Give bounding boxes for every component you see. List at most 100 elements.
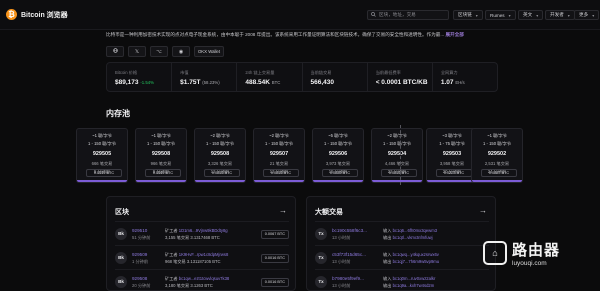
block-fill-bar — [136, 180, 186, 182]
chevron-down-icon: ▾ — [508, 12, 511, 18]
chevron-down-icon: ▾ — [592, 12, 595, 18]
block-height-link[interactable]: 929509 — [132, 252, 147, 257]
block-fill-bar — [372, 180, 422, 182]
x-button[interactable]: 𝕏 — [128, 46, 146, 57]
block-fee-badge: 0.0223 BTC — [436, 169, 472, 177]
mempool-block[interactable]: ~1 聪/字节 1 - 150 聪/字节 929505 666 笔交易 5 分钟… — [76, 128, 128, 183]
bitcoin-logo-icon: ₿ — [6, 9, 17, 20]
mempool-blocks: ~1 聪/字节 1 - 150 聪/字节 929505 666 笔交易 5 分钟… — [76, 128, 523, 183]
search-icon — [371, 12, 376, 18]
tx-panel-title: 大额交易 — [315, 209, 343, 216]
tx-row[interactable]: Tx c53f73f15d65c... 13 小时前 输入 bc1qwq...y… — [315, 245, 489, 270]
social-links: 𝕏 ⌥ ◉ OKX Wallet — [106, 46, 224, 57]
tx-hash-link[interactable]: bc190c558f6c3... — [332, 228, 367, 233]
fee-badge: 0.0067 BTC — [260, 230, 289, 239]
block-fee-badge: 0.0087 BTC — [481, 169, 517, 177]
input-address-link[interactable]: bc1q6...6fh0mx3qewm3 — [393, 228, 437, 233]
large-transactions-panel: 大额交易 → Tx bc190c558f6c3... 13 小时前 输入 bc1… — [306, 196, 496, 291]
mempool-block[interactable]: ~2 聪/字节 1 - 150 聪/字节 929507 21 笔交易 12 分钟… — [253, 128, 305, 183]
block-height-link[interactable]: 929508 — [132, 276, 147, 281]
miner-link[interactable]: 1K9HvF...rpw1c8dpMjrws8 — [179, 252, 229, 257]
stat-min-fee: 当前最低费率 < 0.0001 BTC/KB — [368, 63, 433, 91]
github-button[interactable]: ⌥ — [150, 46, 168, 57]
block-fill-bar — [77, 180, 127, 182]
block-icon: Bk — [115, 228, 127, 240]
output-address-link[interactable]: bc1q9a...kxh7w4sd2m — [393, 283, 435, 288]
bitcoin-description: 比特币是一种利用加密技术实现的点对点电子现金系统，由中本聪于 2008 年提出。… — [106, 32, 464, 37]
stat-transactions: 当前链交易 566,430 — [303, 63, 368, 91]
router-logo-icon: ⌂ — [483, 241, 507, 265]
price-change: -1.54% — [140, 80, 154, 85]
stat-price: Bitcoin 价格 $89,173 -1.54% — [107, 63, 173, 91]
search-input[interactable]: 区块，地址，交易 — [367, 10, 449, 20]
block-fill-bar — [195, 180, 245, 182]
blocks-panel-title: 区块 — [115, 209, 129, 216]
logo[interactable]: ₿ Bitcoin 浏览器 — [6, 9, 68, 20]
block-fill-bar — [313, 180, 363, 182]
block-icon: Bk — [115, 276, 127, 288]
dropdown-more[interactable]: 更多 ▾ — [574, 10, 600, 20]
stat-volume: 24h 链上交易量 488.54K BTC — [237, 63, 303, 91]
tx-row[interactable]: Tx b7980e5f9ef9... 13 小时前 输入 bc1q0m...ru… — [315, 269, 489, 290]
block-row[interactable]: Bk 929509 1 分钟前 矿工者 1K9HvF...rpw1c8dpMjr… — [115, 245, 289, 270]
tx-row[interactable]: Tx bc190c558f6c3... 13 小时前 输入 bc1q6...6f… — [315, 221, 489, 246]
github-icon: ⌥ — [156, 48, 162, 55]
stats-bar: Bitcoin 价格 $89,173 -1.54% 市值 $1.75T (58.… — [106, 62, 498, 92]
output-address-link[interactable]: bc1qtl...vkmctnfmfuwj — [393, 235, 433, 240]
input-address-link[interactable]: bc1qwq...y4kquxzsrwx6v — [393, 252, 439, 257]
watermark-title: 路由器 — [512, 242, 561, 259]
block-icon: Bk — [115, 252, 127, 264]
block-fee-badge: 0.0016 BTC — [204, 169, 240, 177]
dropdown-developers[interactable]: 开发者 ▾ — [545, 10, 575, 20]
dropdown-blockchain[interactable]: 区块链 ▾ — [453, 10, 483, 20]
mempool-block[interactable]: ~2 聪/字节 1 - 150 聪/字节 929504 4,466 笔交易 22… — [371, 128, 423, 183]
x-logo-icon: 𝕏 — [134, 48, 140, 55]
block-fee-badge: 0.0016 BTC — [381, 169, 417, 177]
mempool-title: 内存池 — [106, 109, 130, 118]
watermark-url: luyouqi.com — [512, 260, 547, 267]
website-button[interactable] — [106, 46, 124, 57]
mempool-block[interactable]: ~2 聪/字节 1 - 150 聪/字节 929508 3,326 笔交易 12… — [194, 128, 246, 183]
block-fill-bar — [472, 180, 522, 182]
chevron-down-icon: ▾ — [475, 12, 478, 18]
tx-icon: Tx — [315, 228, 327, 240]
fee-badge: 0.0016 BTC — [260, 254, 289, 263]
arrow-right-icon[interactable]: → — [279, 206, 287, 215]
expand-description-link[interactable]: 展开全部 — [445, 32, 463, 37]
block-fill-bar — [254, 180, 304, 182]
miner-link[interactable]: 1D1m6...9Vjnw9kBDdty8g — [179, 228, 228, 233]
mempool-divider — [400, 125, 401, 185]
tx-hash-link[interactable]: c53f73f15d65c... — [332, 252, 366, 257]
input-address-link[interactable]: bc1q0m...ruv0xwz2alkr — [393, 276, 436, 281]
block-fee-badge: 0.0016 BTC — [263, 169, 299, 177]
stat-market-cap: 市值 $1.75T (58.23%) — [172, 63, 238, 91]
globe-icon — [112, 48, 118, 55]
top-bar: ₿ Bitcoin 浏览器 区块，地址，交易 区块链 ▾ Rumes ▾ 英文 ▾ 开… — [0, 0, 600, 30]
dropdown-language[interactable]: 英文 ▾ — [518, 10, 544, 20]
block-fill-bar — [427, 180, 477, 182]
tx-icon: Tx — [315, 276, 327, 288]
block-row[interactable]: Bk 929508 20 分钟前 矿工者 bc1qw...ezt1tcwvlqs… — [115, 269, 289, 290]
latest-blocks-panel: 区块 → Bk 929510 51 分钟前 矿工者 1D1m6...9Vjnw9… — [106, 196, 296, 291]
fee-badge: 0.0016 BTC — [260, 278, 289, 287]
miner-link[interactable]: bc1qw...ezt1tcwvlqsuv7k38 — [179, 276, 230, 281]
chevron-down-icon: ▾ — [536, 12, 539, 18]
block-fee-badge: 0.0069 BTC — [145, 169, 181, 177]
block-height-link[interactable]: 929510 — [132, 228, 147, 233]
tx-icon: Tx — [315, 252, 327, 264]
chevron-down-icon: ▾ — [567, 12, 570, 18]
okx-wallet-button[interactable]: OKX Wallet — [194, 46, 224, 57]
dropdown-runes[interactable]: Rumes ▾ — [485, 10, 516, 20]
tx-hash-link[interactable]: b7980e5f9ef9... — [332, 276, 364, 281]
discord-icon: ◉ — [178, 48, 184, 55]
mempool-block[interactable]: ~5 聪/字节 1 - 150 聪/字节 929506 3,973 笔交易 15… — [312, 128, 364, 183]
discord-button[interactable]: ◉ — [172, 46, 190, 57]
output-address-link[interactable]: bc1qj7...7h6m9w5vp9mu — [393, 259, 440, 264]
arrow-right-icon[interactable]: → — [479, 206, 487, 215]
watermark: ⌂ 路由器 luyouqi.com — [483, 230, 593, 276]
block-fee-badge: 0.0039 BTC — [322, 169, 358, 177]
mempool-block[interactable]: ~1 聪/字节 1 - 150 聪/字节 929508 966 笔交易 5 分钟… — [135, 128, 187, 183]
block-row[interactable]: Bk 929510 51 分钟前 矿工者 1D1m6...9Vjnw9kBDdt… — [115, 221, 289, 246]
block-fee-badge: 0.0059 BTC — [86, 169, 122, 177]
mempool-block[interactable]: ~1 聪/字节 1 - 150 聪/字节 929502 2,531 笔交易 24… — [471, 128, 523, 183]
